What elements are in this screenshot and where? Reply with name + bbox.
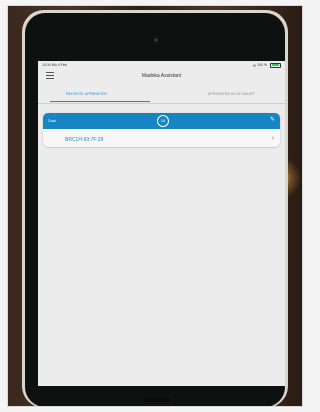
status-time-date: 10:34 Wo 4 Feb — [42, 63, 67, 67]
navigation-bar: Madoka Assistant — [38, 69, 285, 87]
tab-bar: RECENTE APPARATEN APPARATEN IN DE BUURT — [38, 87, 285, 104]
home-button — [144, 398, 170, 402]
photo-frame: 10:34 Wo 4 Feb ≋ 100 % Madoka Assistant … — [8, 6, 302, 406]
tab-nearby-devices[interactable]: APPARATEN IN DE BUURT — [208, 92, 255, 96]
app-title: Madoka Assistant — [141, 73, 182, 79]
device-card-header: Zaal 18 ✎ — [43, 113, 280, 129]
status-date: Wo 4 Feb — [51, 62, 67, 67]
status-bar: 10:34 Wo 4 Feb ≋ 100 % — [38, 61, 285, 68]
tab-recent-devices[interactable]: RECENTE APPARATEN — [66, 92, 107, 96]
chevron-right-icon[interactable]: › — [272, 135, 274, 142]
battery-icon — [270, 62, 281, 68]
active-tab-indicator — [50, 101, 150, 103]
device-room-label: Zaal — [48, 118, 56, 123]
thermostat-status-icon: 18 — [157, 115, 169, 127]
status-right: ≋ 100 % — [252, 62, 281, 68]
app-screen: 10:34 Wo 4 Feb ≋ 100 % Madoka Assistant … — [38, 61, 285, 386]
camera-dot — [154, 38, 158, 42]
edit-icon[interactable]: ✎ — [270, 116, 275, 123]
device-card[interactable]: Zaal 18 ✎ BRC1H-93:7F:39 › — [43, 113, 280, 147]
device-name: BRC1H-93:7F:39 — [65, 137, 104, 143]
battery-percentage: 100 % — [257, 63, 267, 67]
wifi-icon: ≋ — [252, 62, 257, 68]
status-time: 10:34 — [42, 62, 51, 67]
